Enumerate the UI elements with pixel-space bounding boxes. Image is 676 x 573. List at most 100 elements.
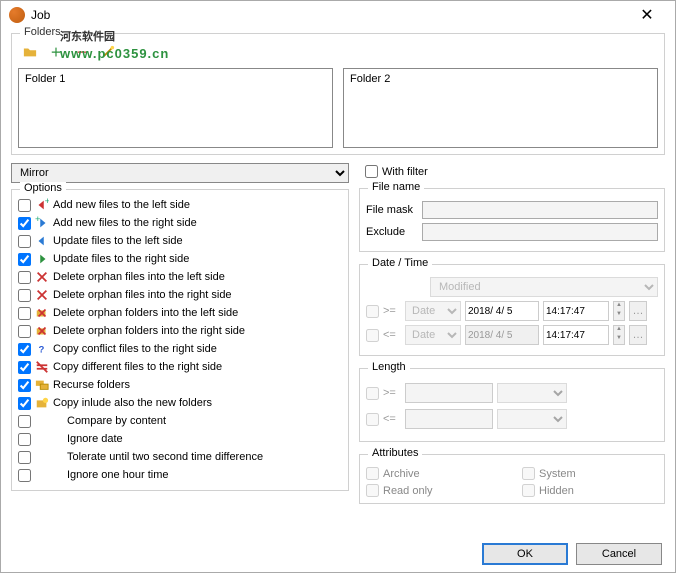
len-le-unit[interactable] bbox=[497, 409, 567, 429]
del-file-l-icon bbox=[35, 270, 49, 284]
option-row: Ignore date bbox=[18, 430, 342, 448]
option-label: Update files to the left side bbox=[53, 235, 183, 247]
option-checkbox[interactable] bbox=[18, 415, 31, 428]
blank-icon bbox=[35, 414, 49, 428]
option-checkbox[interactable] bbox=[18, 307, 31, 320]
del-fold-r-icon bbox=[35, 324, 49, 338]
option-label: Copy conflict files to the right side bbox=[53, 343, 217, 355]
mode-select[interactable]: Mirror bbox=[11, 163, 349, 183]
option-checkbox[interactable] bbox=[18, 235, 31, 248]
len-le-checkbox[interactable] bbox=[366, 413, 379, 426]
del-fold-l-icon bbox=[35, 306, 49, 320]
option-checkbox[interactable] bbox=[18, 397, 31, 410]
window-title: Job bbox=[31, 8, 627, 22]
option-checkbox[interactable] bbox=[18, 217, 31, 230]
folders-group: Folders ＋ － Folder 1 Folder 2 bbox=[11, 33, 665, 155]
option-row: Copy different files to the right side bbox=[18, 358, 342, 376]
option-checkbox[interactable] bbox=[18, 361, 31, 374]
option-checkbox[interactable] bbox=[18, 253, 31, 266]
date-le-checkbox[interactable] bbox=[366, 329, 379, 342]
attr-hidden-checkbox[interactable] bbox=[522, 484, 535, 497]
datetime-kind-select[interactable]: Modified bbox=[430, 277, 658, 297]
date-ge-browse[interactable]: … bbox=[629, 301, 647, 321]
svg-text:+: + bbox=[45, 198, 49, 207]
option-checkbox[interactable] bbox=[18, 325, 31, 338]
option-checkbox[interactable] bbox=[18, 289, 31, 302]
blank-icon bbox=[35, 432, 49, 446]
len-le-label: <= bbox=[383, 413, 401, 425]
attr-readonly-checkbox[interactable] bbox=[366, 484, 379, 497]
date-ge-type-select[interactable]: Date bbox=[405, 301, 461, 321]
cancel-button[interactable]: Cancel bbox=[576, 543, 662, 565]
option-label: Delete orphan files into the right side bbox=[53, 289, 232, 301]
option-checkbox[interactable] bbox=[18, 379, 31, 392]
length-label: Length bbox=[368, 361, 410, 373]
attr-system-checkbox[interactable] bbox=[522, 467, 535, 480]
option-row: ? Copy conflict files to the right side bbox=[18, 340, 342, 358]
svg-text:?: ? bbox=[39, 345, 45, 356]
options-group: Options +Add new files to the left side+… bbox=[11, 189, 349, 491]
option-checkbox[interactable] bbox=[18, 433, 31, 446]
option-checkbox[interactable] bbox=[18, 199, 31, 212]
blank-icon bbox=[35, 468, 49, 482]
date-ge-date[interactable] bbox=[465, 301, 539, 321]
date-le-spinner[interactable]: ▲▼ bbox=[613, 325, 625, 345]
option-label: Compare by content bbox=[67, 415, 166, 427]
job-dialog: Job ✕ 河东软件园 www.pc0359.cn Folders ＋ － Fo… bbox=[0, 0, 676, 573]
date-ge-time[interactable] bbox=[543, 301, 609, 321]
exclude-input[interactable] bbox=[422, 223, 658, 241]
attr-hidden-label: Hidden bbox=[539, 485, 574, 497]
ok-button[interactable]: OK bbox=[482, 543, 568, 565]
recurse-icon bbox=[35, 378, 49, 392]
attributes-group: Attributes Archive System Read only Hidd… bbox=[359, 454, 665, 504]
date-ge-checkbox[interactable] bbox=[366, 305, 379, 318]
length-group: Length >= <= bbox=[359, 368, 665, 442]
folder1-box[interactable]: Folder 1 bbox=[18, 68, 333, 148]
option-checkbox[interactable] bbox=[18, 343, 31, 356]
len-le-input[interactable] bbox=[405, 409, 493, 429]
datetime-label: Date / Time bbox=[368, 257, 432, 269]
option-row: Delete orphan files into the right side bbox=[18, 286, 342, 304]
upd-right-icon bbox=[35, 252, 49, 266]
len-ge-input[interactable] bbox=[405, 383, 493, 403]
option-row: Copy inlude also the new folders bbox=[18, 394, 342, 412]
date-le-type-select[interactable]: Date bbox=[405, 325, 461, 345]
filemask-label: File mask bbox=[366, 204, 418, 216]
wand-icon[interactable] bbox=[98, 42, 118, 62]
folder-open-icon[interactable] bbox=[20, 42, 40, 62]
close-icon[interactable]: ✕ bbox=[627, 1, 667, 29]
option-label: Add new files to the left side bbox=[53, 199, 190, 211]
option-row: Compare by content bbox=[18, 412, 342, 430]
option-row: Update files to the right side bbox=[18, 250, 342, 268]
option-row: Ignore one hour time bbox=[18, 466, 342, 484]
date-le-time[interactable] bbox=[543, 325, 609, 345]
option-label: Delete orphan files into the left side bbox=[53, 271, 225, 283]
folders-toolbar: ＋ － bbox=[20, 42, 658, 62]
folder2-label: Folder 2 bbox=[350, 73, 390, 85]
date-ge-spinner[interactable]: ▲▼ bbox=[613, 301, 625, 321]
option-label: Copy different files to the right side bbox=[53, 361, 222, 373]
folders-label: Folders bbox=[20, 26, 65, 38]
with-filter-checkbox[interactable] bbox=[365, 165, 378, 178]
option-row: Recurse folders bbox=[18, 376, 342, 394]
attributes-label: Attributes bbox=[368, 447, 422, 459]
titlebar: Job ✕ bbox=[1, 1, 675, 29]
date-le-date[interactable] bbox=[465, 325, 539, 345]
filemask-input[interactable] bbox=[422, 201, 658, 219]
filename-group: File name File mask Exclude bbox=[359, 188, 665, 252]
add-icon[interactable]: ＋ bbox=[46, 42, 66, 62]
option-row: Delete orphan files into the left side bbox=[18, 268, 342, 286]
folder2-box[interactable]: Folder 2 bbox=[343, 68, 658, 148]
date-le-browse[interactable]: … bbox=[629, 325, 647, 345]
option-label: Ignore date bbox=[67, 433, 123, 445]
remove-icon[interactable]: － bbox=[72, 42, 92, 62]
len-ge-unit[interactable] bbox=[497, 383, 567, 403]
len-ge-checkbox[interactable] bbox=[366, 387, 379, 400]
option-checkbox[interactable] bbox=[18, 469, 31, 482]
diff-icon bbox=[35, 360, 49, 374]
option-checkbox[interactable] bbox=[18, 271, 31, 284]
option-label: Delete orphan folders into the right sid… bbox=[53, 325, 245, 337]
option-row: Tolerate until two second time differenc… bbox=[18, 448, 342, 466]
attr-archive-checkbox[interactable] bbox=[366, 467, 379, 480]
option-checkbox[interactable] bbox=[18, 451, 31, 464]
